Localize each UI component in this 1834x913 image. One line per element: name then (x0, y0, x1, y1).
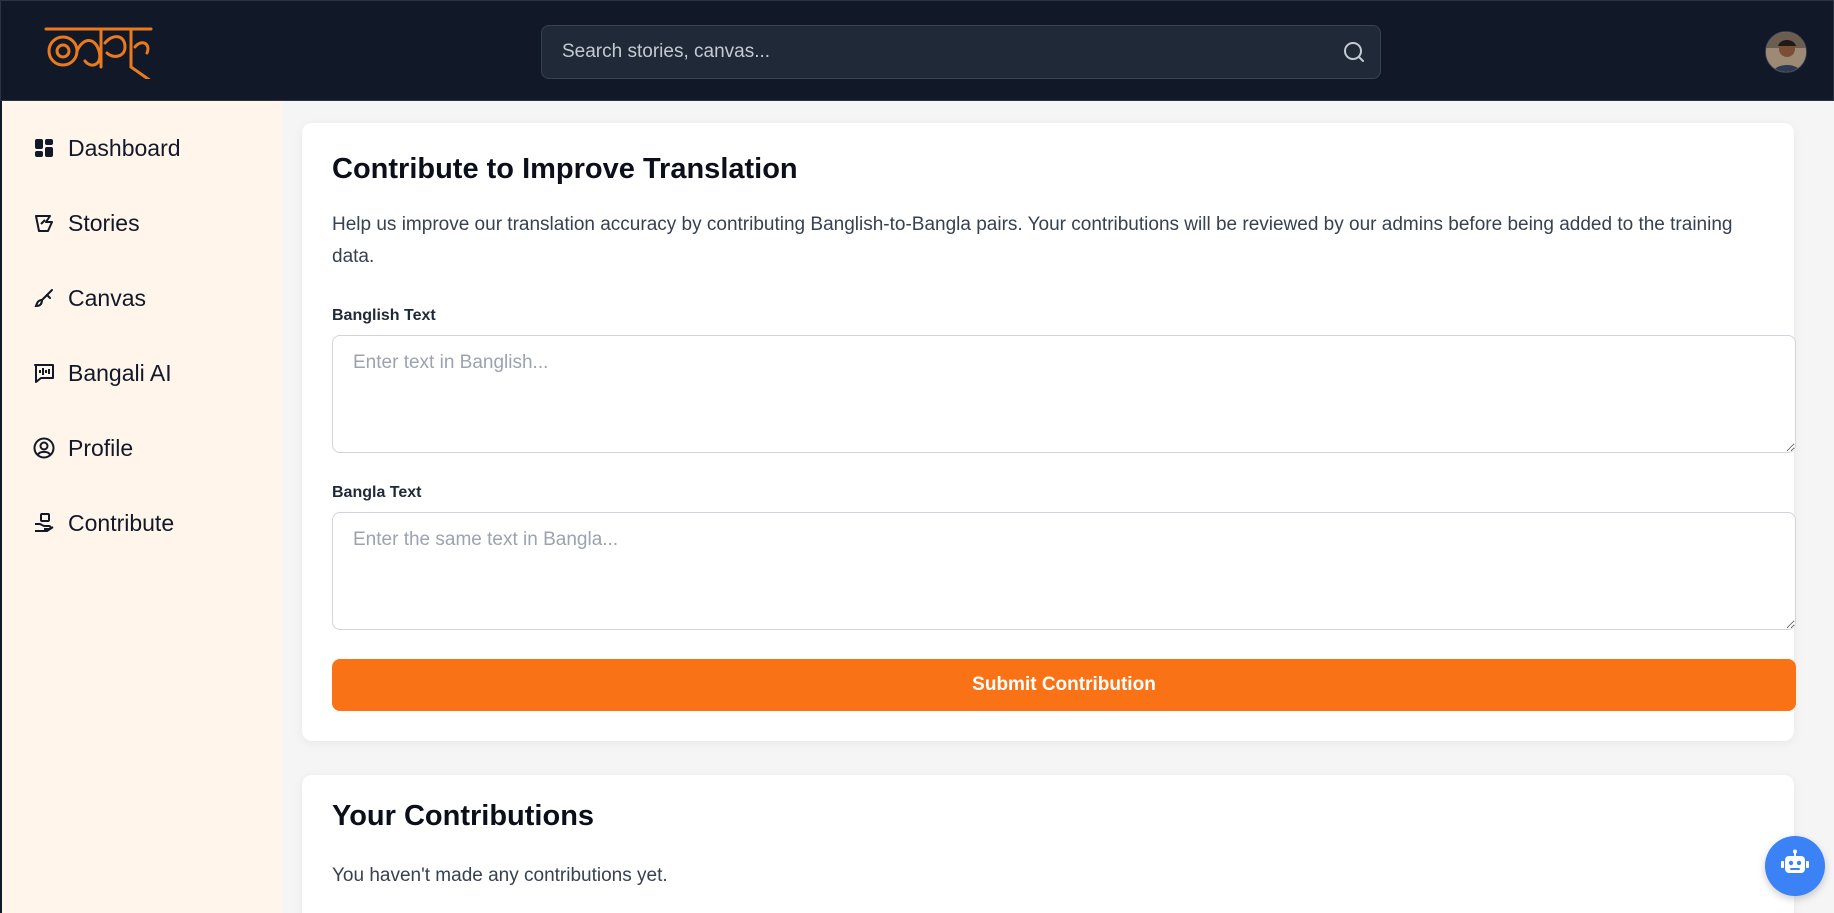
search-input[interactable] (542, 26, 1332, 78)
banglish-text-field[interactable] (332, 335, 1796, 453)
contribute-icon (32, 511, 56, 535)
contributions-empty-text: You haven't made any contributions yet. (332, 865, 668, 886)
dashboard-icon (32, 136, 56, 160)
search-bar (541, 25, 1381, 79)
brush-icon (32, 286, 56, 310)
sidebar-item-canvas[interactable]: Canvas (32, 278, 146, 318)
brand-logo[interactable] (43, 23, 155, 83)
form-description: Help us improve our translation accuracy… (332, 214, 1733, 267)
sidebar-item-contribute[interactable]: Contribute (32, 503, 174, 543)
contribute-form-card: Contribute to Improve Translation Help u… (302, 123, 1796, 741)
sidebar-item-label: Dashboard (68, 134, 181, 161)
page-title: Contribute to Improve Translation (332, 153, 798, 185)
your-contributions-card: Your Contributions You haven't made any … (302, 775, 1794, 913)
contributions-title: Your Contributions (332, 800, 595, 832)
sidebar-item-dashboard[interactable]: Dashboard (32, 128, 181, 168)
sidebar-item-label: Bangali AI (68, 359, 172, 386)
top-bar (0, 0, 1834, 101)
stories-icon (32, 211, 56, 235)
sidebar-item-stories[interactable]: Stories (32, 203, 140, 243)
chat-ai-icon (32, 361, 56, 385)
sidebar: Dashboard Stories Canvas Bangali AI Prof… (0, 101, 282, 913)
banglish-label: Banglish Text (332, 307, 436, 324)
robot-icon (1780, 849, 1810, 884)
bangla-label: Bangla Text (332, 484, 422, 501)
user-avatar[interactable] (1765, 31, 1807, 73)
bangla-text-field[interactable] (332, 512, 1796, 630)
chat-bot-button[interactable] (1765, 836, 1825, 896)
sidebar-item-label: Canvas (68, 284, 146, 311)
search-icon[interactable] (1342, 40, 1366, 64)
sidebar-item-label: Contribute (68, 509, 175, 536)
sidebar-item-bangali-ai[interactable]: Bangali AI (32, 353, 172, 393)
sidebar-item-label: Profile (68, 434, 134, 461)
sidebar-item-label: Stories (68, 209, 140, 236)
submit-contribution-button[interactable]: Submit Contribution (332, 659, 1796, 711)
profile-icon (32, 436, 56, 460)
sidebar-item-profile[interactable]: Profile (32, 428, 133, 468)
